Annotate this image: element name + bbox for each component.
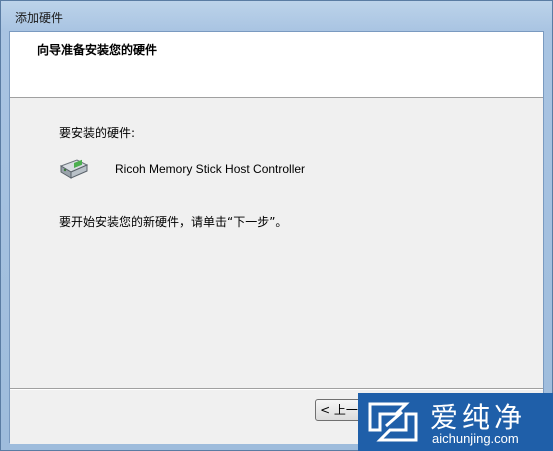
wizard-header: 向导准备安装您的硬件: [10, 32, 543, 98]
watermark-url: aichunjing.com: [432, 431, 519, 446]
instruction-text: 要开始安装您的新硬件，请单击“下一步”。: [59, 215, 288, 229]
add-hardware-window: 添加硬件 向导准备安装您的硬件 要安装的硬件: Ricoh Memory Sti…: [0, 0, 553, 451]
brand-logo-icon: [366, 400, 420, 444]
window-title: 添加硬件: [15, 11, 64, 25]
watermark-brand-text: 爱纯净: [430, 401, 527, 434]
wizard-content: 要安装的硬件: Ricoh Memory Stick Host Controll…: [10, 98, 543, 388]
title-bar[interactable]: 添加硬件: [1, 1, 552, 31]
wizard-dialog: 向导准备安装您的硬件 要安装的硬件: Ricoh Memory Stick Ho…: [9, 31, 544, 444]
watermark-banner: 爱纯净 aichunjing.com: [358, 393, 553, 451]
memory-stick-device-icon: [59, 156, 89, 182]
hardware-to-install-label: 要安装的硬件:: [59, 126, 136, 140]
page-title: 向导准备安装您的硬件: [37, 43, 158, 57]
device-entry: Ricoh Memory Stick Host Controller: [59, 156, 459, 184]
device-name: Ricoh Memory Stick Host Controller: [115, 162, 306, 176]
